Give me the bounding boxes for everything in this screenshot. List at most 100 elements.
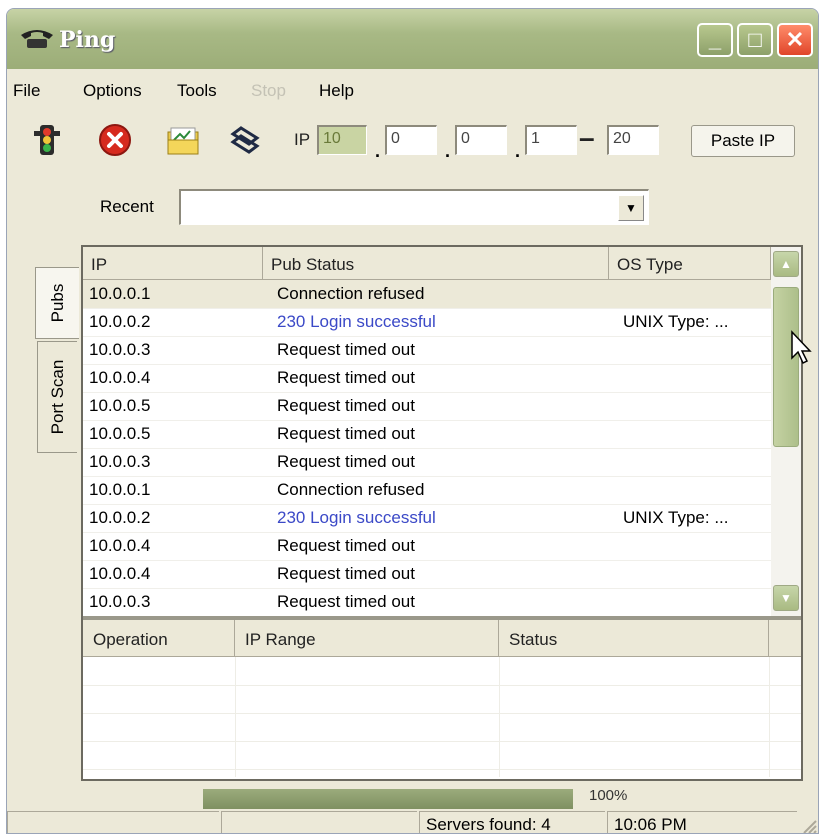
scroll-down-icon[interactable]: ▼ — [773, 585, 799, 611]
cell-ip: 10.0.0.3 — [89, 592, 151, 611]
results-list[interactable]: 10.0.0.1 Connection refused 10.0.0.2 230… — [83, 280, 771, 616]
tab-pubs-label: Pubs — [47, 283, 67, 323]
column-status[interactable]: Status — [499, 620, 769, 656]
cell-ip: 10.0.0.3 — [89, 340, 151, 359]
close-icon: ✕ — [785, 27, 805, 52]
cell-status: Request timed out — [277, 452, 415, 471]
recent-label: Recent — [100, 197, 154, 216]
progress-bar-fill — [203, 789, 573, 809]
menu-help[interactable]: Help — [319, 81, 354, 101]
cell-status: Request timed out — [277, 340, 415, 359]
recent-combobox[interactable]: ▼ — [179, 189, 649, 225]
cell-status: Connection refused — [277, 480, 425, 499]
table-row[interactable]: 10.0.0.5 Request timed out — [83, 420, 771, 449]
cell-status: Request timed out — [277, 424, 415, 443]
grid-line — [83, 685, 801, 686]
resize-grip-icon[interactable] — [800, 817, 818, 834]
table-row[interactable]: 10.0.0.4 Request timed out — [83, 364, 771, 393]
ip-range-end-field[interactable]: 20 — [607, 125, 659, 155]
operations-list[interactable] — [83, 657, 801, 777]
ip-octet-1[interactable]: 10 — [317, 125, 367, 155]
grid-line — [499, 657, 500, 777]
connect-icon — [230, 126, 260, 154]
chevron-down-icon[interactable]: ▼ — [618, 195, 644, 221]
ip-range-separator: – — [579, 122, 595, 153]
grid-line — [769, 657, 770, 777]
scroll-up-icon[interactable]: ▲ — [773, 251, 799, 277]
table-row[interactable]: 10.0.0.1 Connection refused — [83, 476, 771, 505]
results-scrollbar[interactable]: ▲ ▼ — [771, 247, 801, 617]
cell-ip: 10.0.0.4 — [89, 368, 151, 387]
telephone-icon — [21, 30, 53, 48]
column-pub-status[interactable]: Pub Status — [263, 247, 609, 279]
column-os-type[interactable]: OS Type — [609, 247, 771, 279]
table-row[interactable]: 10.0.0.2 230 Login successful UNIX Type:… — [83, 504, 771, 533]
stop-icon — [99, 124, 131, 156]
table-row[interactable]: 10.0.0.3 Request timed out — [83, 336, 771, 365]
ping-window: Ping _ □ ✕ File Options Tools Stop Help — [6, 8, 819, 834]
traffic-light-icon — [34, 125, 60, 155]
ip-octet-4[interactable]: 1 — [525, 125, 577, 155]
start-button[interactable] — [29, 122, 65, 158]
table-row[interactable]: 10.0.0.3 Request timed out — [83, 448, 771, 477]
cell-os: UNIX Type: ... — [623, 312, 729, 331]
ip-octet-2[interactable]: 0 — [385, 125, 437, 155]
results-header: IP Pub Status OS Type — [83, 247, 771, 280]
progress-percent: 100% — [589, 787, 628, 804]
ip-dot: . — [445, 141, 451, 161]
table-row[interactable]: 10.0.0.1 Connection refused — [83, 280, 771, 309]
window-title: Ping — [59, 27, 116, 53]
column-ip[interactable]: IP — [83, 247, 263, 279]
scrollbar-thumb[interactable] — [773, 287, 799, 447]
menu-options[interactable]: Options — [83, 81, 142, 101]
table-row[interactable]: 10.0.0.3 Request timed out — [83, 588, 771, 616]
cell-status: Request timed out — [277, 536, 415, 555]
table-row[interactable]: 10.0.0.4 Request timed out — [83, 560, 771, 589]
cell-status: Request timed out — [277, 396, 415, 415]
cell-ip: 10.0.0.1 — [89, 480, 151, 499]
progress-bar — [203, 789, 573, 809]
grid-line — [83, 713, 801, 714]
paste-ip-button[interactable]: Paste IP — [691, 125, 795, 157]
stop-button[interactable] — [97, 122, 133, 158]
cell-ip: 10.0.0.5 — [89, 424, 151, 443]
menu-file[interactable]: File — [13, 81, 40, 101]
table-row[interactable]: 10.0.0.2 230 Login successful UNIX Type:… — [83, 308, 771, 337]
cell-os: UNIX Type: ... — [623, 508, 729, 527]
tab-port-scan[interactable]: Port Scan — [37, 341, 77, 453]
title-bar[interactable]: Ping _ □ ✕ — [7, 9, 818, 69]
table-row[interactable]: 10.0.0.4 Request timed out — [83, 532, 771, 561]
status-panel-2 — [221, 811, 417, 833]
maximize-icon: □ — [748, 27, 762, 52]
grid-line — [83, 769, 801, 770]
menu-tools[interactable]: Tools — [177, 81, 217, 101]
results-panel: IP Pub Status OS Type 10.0.0.1 Connectio… — [81, 245, 803, 781]
status-bar: Servers found: 4 10:06 PM — [7, 809, 818, 834]
maximize-button[interactable]: □ — [737, 23, 773, 57]
minimize-button[interactable]: _ — [697, 23, 733, 57]
cell-status: 230 Login successful — [277, 508, 436, 527]
ip-dot: . — [515, 141, 521, 161]
mouse-cursor-icon — [791, 330, 812, 365]
open-button[interactable] — [165, 122, 201, 158]
cell-status: Request timed out — [277, 368, 415, 387]
cell-status: 230 Login successful — [277, 312, 436, 331]
cell-status: Request timed out — [277, 564, 415, 583]
cell-ip: 10.0.0.3 — [89, 452, 151, 471]
column-operation[interactable]: Operation — [83, 620, 235, 656]
cell-ip: 10.0.0.5 — [89, 396, 151, 415]
ip-label: IP — [294, 130, 311, 149]
connect-button[interactable] — [227, 122, 263, 158]
column-ip-range[interactable]: IP Range — [235, 620, 499, 656]
open-folder-icon — [167, 127, 199, 155]
cell-ip: 10.0.0.2 — [89, 312, 151, 331]
cell-ip: 10.0.0.1 — [89, 284, 151, 303]
ip-dot: . — [375, 141, 381, 161]
ip-octet-3[interactable]: 0 — [455, 125, 507, 155]
tab-pubs[interactable]: Pubs — [35, 267, 79, 339]
status-panel-1 — [7, 811, 219, 833]
table-row[interactable]: 10.0.0.5 Request timed out — [83, 392, 771, 421]
menu-stop: Stop — [251, 81, 286, 100]
grid-line — [235, 657, 236, 777]
close-button[interactable]: ✕ — [777, 23, 813, 57]
